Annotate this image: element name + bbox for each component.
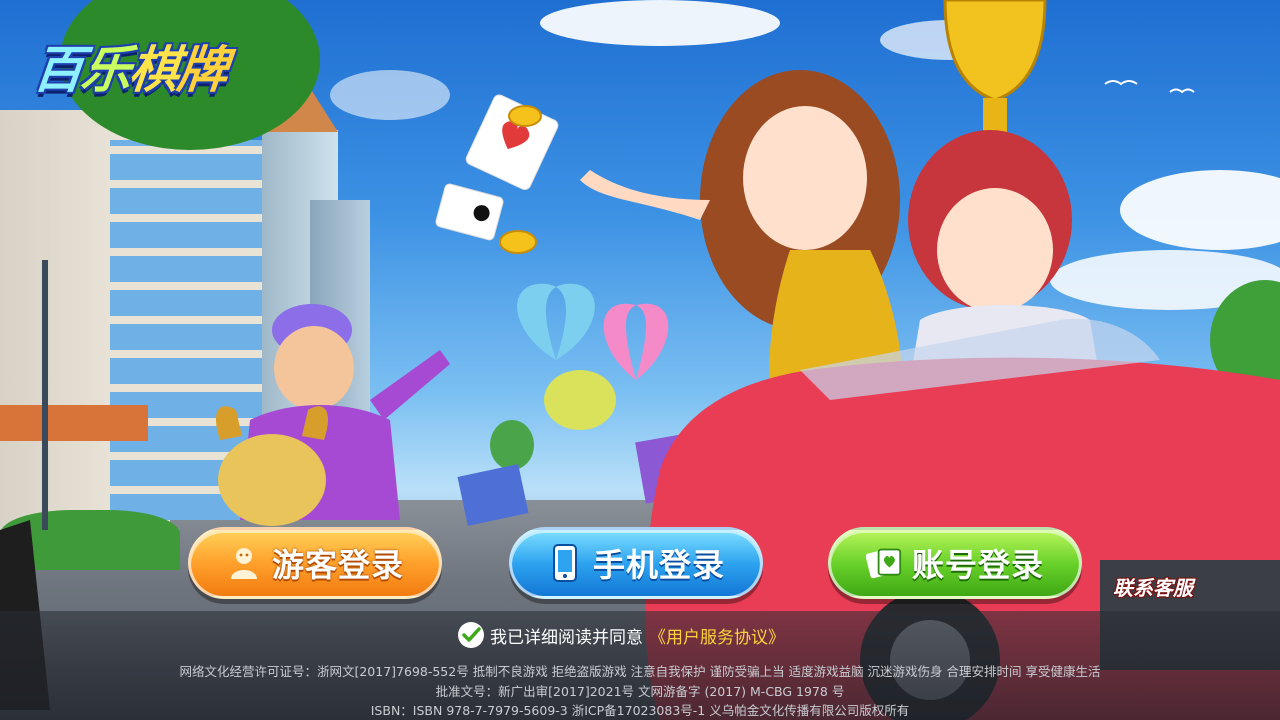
logo-char: 棋 [126,41,181,99]
logo-char: 乐 [78,41,133,99]
balloon-yellow [544,370,616,430]
card-spade-icon [435,183,504,241]
license-text: 网络文化经营许可证号：浙网文[2017]7698-552号 抵制不良游戏 拒绝盗… [179,664,1101,679]
coin-icon [499,230,537,254]
character-woman-arm [580,170,710,220]
gift-box [457,464,529,526]
copyright-text: ISBN：ISBN 978-7-7979-5609-3 浙ICP备1702308… [370,703,910,718]
guest-login-button[interactable]: 游客登录 [188,527,442,599]
phone-login-label: 手机登录 [592,546,725,584]
agreement-row: 我已详细阅读并同意 《用户服务协议》 [458,621,785,649]
character-man-face [937,188,1053,312]
game-logo: 百乐棋牌 [30,30,257,100]
bird-icon [1169,88,1195,94]
character-purple-face [274,326,354,410]
phone-login-button[interactable]: 手机登录 [509,527,763,599]
card-heart-icon [465,94,559,190]
card-icon [865,543,902,583]
logo-char: 牌 [174,41,229,99]
trophy-icon [943,0,1047,102]
bird-icon [1104,80,1138,86]
customer-service-link[interactable]: 联系客服 [1113,572,1223,600]
street-lamp [42,260,48,530]
approval-text: 批准文号：新广出审[2017]2021号 文网游备字 (2017) M-CBG … [435,684,845,699]
golden-bull [218,434,326,526]
account-login-button[interactable]: 账号登录 [828,527,1082,599]
phone-icon [547,543,583,583]
logo-char: 百 [30,41,85,99]
character-purple-arm [370,350,450,420]
balloon-blue [517,283,595,360]
person-icon [226,543,262,583]
checkmark-icon [462,627,481,642]
coin-icon [508,105,542,127]
account-login-label: 账号登录 [911,546,1044,584]
guest-login-label: 游客登录 [271,546,404,584]
agree-checkbox[interactable] [458,622,484,648]
agreement-text: 我已详细阅读并同意 [490,627,643,648]
user-agreement-link[interactable]: 《用户服务协议》 [649,623,785,648]
character-woman-face [743,106,867,250]
balloon-pink [603,303,669,380]
